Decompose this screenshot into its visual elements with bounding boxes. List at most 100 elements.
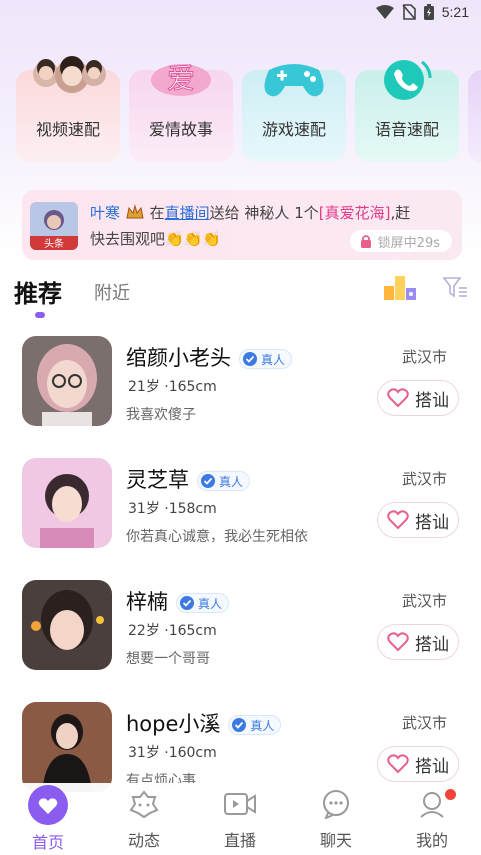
nav-label: 我的 — [415, 831, 448, 850]
clock: 5:21 — [441, 4, 469, 20]
user-avatar — [22, 580, 112, 670]
nav-home[interactable]: 首页 — [8, 785, 88, 853]
video-match-avatars — [28, 52, 108, 100]
game-match-card[interactable]: 游戏速配 — [242, 64, 346, 162]
greet-label: 搭讪 — [415, 512, 449, 533]
user-age-height: 31岁 ·158cm — [128, 501, 217, 517]
user-name: 绾颜小老头 — [126, 346, 231, 370]
tab-nearby[interactable]: 附近 — [94, 279, 130, 305]
user-card[interactable]: 绾颜小老头 真人 21岁 ·165cm 我喜欢傻子 武汉市 搭讪 — [0, 336, 481, 456]
verified-icon — [201, 474, 215, 488]
greet-label: 搭讪 — [415, 634, 449, 655]
banner-text-in: 在 — [149, 204, 165, 222]
love-story-art: 爱 — [146, 52, 216, 106]
lock-icon — [360, 235, 371, 248]
verified-icon — [180, 596, 194, 610]
heart-icon — [387, 388, 409, 408]
video-match-card[interactable]: 视频速配 — [16, 56, 120, 162]
nav-moments[interactable]: 动态 — [104, 789, 184, 851]
user-name: 灵芝草 — [126, 468, 189, 492]
user-avatar — [22, 702, 112, 792]
feed-tabs: 推荐 附近 — [14, 272, 468, 322]
lock-timer-chip: 锁屏中29s — [349, 230, 452, 252]
verified-icon — [243, 352, 257, 366]
verified-label: 真人 — [250, 718, 275, 733]
user-card[interactable]: 灵芝草 真人 31岁 ·158cm 你若真心诚意，我必生死相依 武汉市 搭讪 — [0, 458, 481, 578]
notification-dot — [445, 789, 456, 800]
bottom-navigation: 首页 动态 直播 聊天 我的 — [0, 783, 481, 855]
love-story-card[interactable]: 爱 爱情故事 — [129, 62, 233, 162]
user-avatar — [22, 336, 112, 426]
user-name-row: hope小溪 真人 — [126, 708, 282, 738]
ranking-icon[interactable] — [382, 274, 418, 302]
banner-tail: ,赶 — [390, 204, 411, 222]
wifi-icon — [375, 5, 394, 19]
user-card[interactable]: 梓楠 真人 22岁 ·165cm 想要一个哥哥 武汉市 搭讪 — [0, 580, 481, 700]
user-city: 武汉市 — [401, 470, 447, 488]
moments-icon — [129, 790, 159, 819]
heart-icon — [387, 632, 409, 652]
receiver-name: 神秘人 — [244, 204, 290, 222]
user-age-height: 31岁 ·160cm — [128, 745, 217, 761]
greet-button[interactable]: 搭讪 — [377, 746, 459, 782]
heart-icon — [387, 754, 409, 774]
tab-recommend[interactable]: 推荐 — [14, 274, 62, 309]
gift-name: [真爱花海] — [318, 204, 391, 222]
user-age-height: 22岁 ·165cm — [128, 623, 217, 639]
greet-label: 搭讪 — [415, 390, 449, 411]
quick-match-categories: 视频速配 爱 爱情故事 游戏速配 语音速配 — [16, 52, 481, 164]
status-bar: 5:21 — [0, 0, 481, 28]
live-room-link[interactable]: 直播间 — [165, 204, 210, 222]
nav-label: 首页 — [31, 833, 64, 852]
user-name: 梓楠 — [126, 590, 168, 614]
nav-live[interactable]: 直播 — [200, 789, 280, 851]
gift-count: 1个 — [294, 204, 319, 222]
gift-announcement-banner[interactable]: 头条 叶寒 在直播间送给 神秘人 1个[真爱花海],赶 快去围观吧👏👏👏 锁屏中… — [22, 190, 462, 260]
nav-chat[interactable]: 聊天 — [296, 789, 376, 851]
greet-label: 搭讪 — [415, 756, 449, 777]
verified-icon — [232, 718, 247, 732]
nav-profile[interactable]: 我的 — [392, 789, 472, 851]
user-city: 武汉市 — [401, 592, 447, 610]
nav-label: 动态 — [127, 831, 160, 850]
heart-icon — [387, 510, 409, 530]
gamepad-icon — [259, 52, 329, 106]
home-heart-icon — [28, 785, 68, 825]
battery-icon — [423, 4, 434, 20]
greet-button[interactable]: 搭讪 — [377, 502, 459, 538]
user-avatar — [22, 458, 112, 548]
active-tab-indicator — [35, 312, 45, 318]
category-label: 爱情故事 — [148, 120, 213, 139]
banner-line-2: 快去围观吧👏👏👏 — [90, 230, 222, 248]
user-name-row: 绾颜小老头 真人 — [126, 342, 293, 372]
profile-icon — [420, 792, 444, 818]
user-city: 武汉市 — [401, 348, 447, 366]
user-bio: 想要一个哥哥 — [126, 651, 210, 667]
voice-match-card[interactable]: 语音速配 — [355, 60, 459, 162]
sender-name: 叶寒 — [90, 204, 121, 222]
verified-badge: 真人 — [197, 471, 251, 491]
crown-icon — [125, 203, 145, 225]
category-label: 游戏速配 — [261, 120, 326, 139]
nav-label: 聊天 — [319, 831, 352, 850]
chat-bubble-icon — [323, 790, 349, 820]
more-category-card[interactable] — [468, 70, 481, 162]
user-city: 武汉市 — [401, 714, 447, 732]
user-bio: 我喜欢傻子 — [126, 407, 196, 423]
sender-avatar: 头条 — [30, 202, 78, 250]
user-name-row: 灵芝草 真人 — [126, 464, 251, 494]
greet-button[interactable]: 搭讪 — [377, 380, 459, 416]
verified-badge: 真人 — [239, 349, 293, 369]
verified-label: 真人 — [219, 474, 244, 489]
verified-label: 真人 — [261, 352, 286, 367]
lock-timer-text: 锁屏中29s — [377, 235, 440, 251]
category-label: 语音速配 — [374, 120, 439, 139]
category-label: 视频速配 — [35, 120, 100, 139]
user-bio: 你若真心诚意，我必生死相依 — [126, 529, 308, 545]
greet-button[interactable]: 搭讪 — [377, 624, 459, 660]
live-video-icon — [224, 793, 256, 815]
filter-icon[interactable] — [442, 276, 468, 300]
verified-label: 真人 — [198, 596, 223, 611]
banner-text-gift: 送给 — [209, 204, 240, 222]
no-sim-icon — [402, 4, 416, 20]
